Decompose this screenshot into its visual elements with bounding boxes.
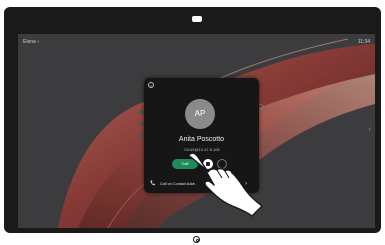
clock: 11:34	[357, 39, 370, 45]
contact-name: Anita Poscotto	[178, 136, 225, 143]
close-icon[interactable]: ×	[148, 82, 154, 88]
avatar: AP	[185, 99, 215, 129]
camera-icon	[191, 15, 203, 23]
top-left-label[interactable]: Elena ›	[23, 39, 39, 45]
hand-pointer-icon	[188, 152, 263, 217]
chevron-right-icon: ›	[37, 39, 39, 45]
chevron-left-icon[interactable]: ‹	[369, 126, 371, 133]
phone-icon	[150, 180, 155, 189]
home-button-icon[interactable]	[193, 236, 200, 243]
top-left-text: Elena	[23, 39, 36, 45]
